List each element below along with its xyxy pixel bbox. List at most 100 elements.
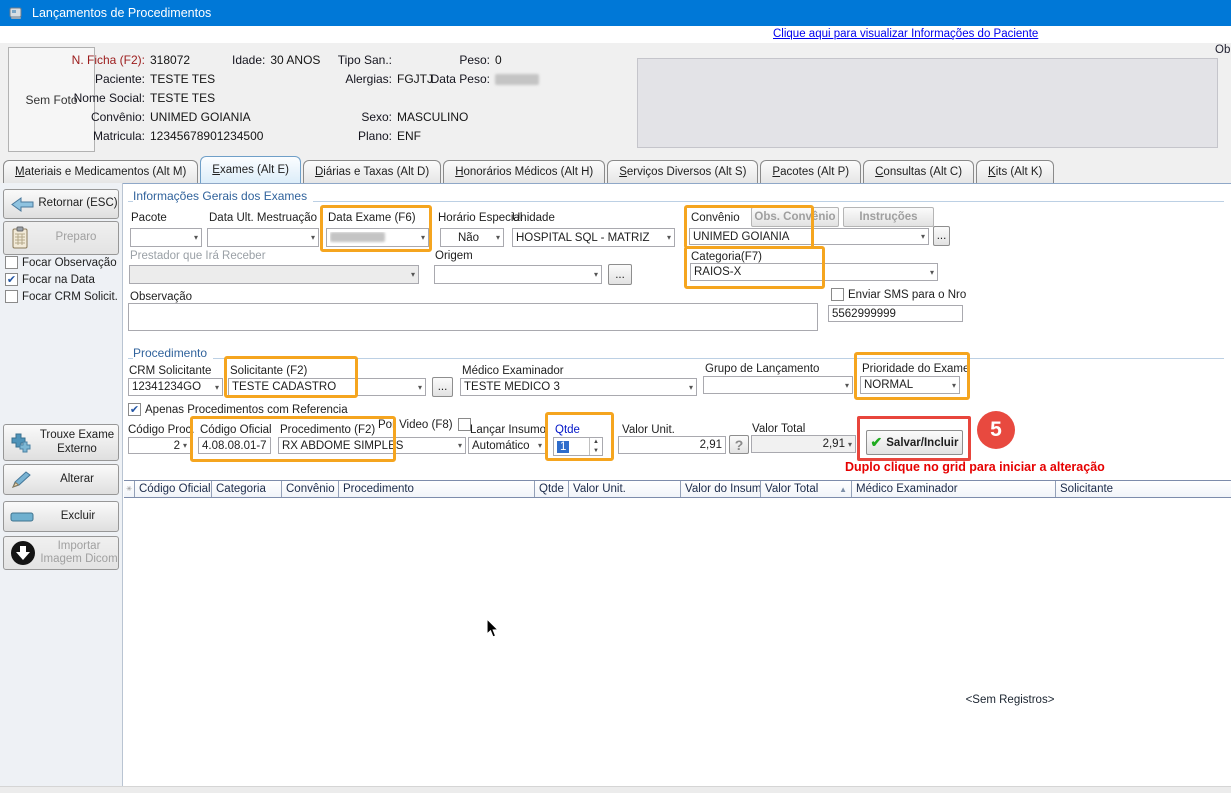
unidade-select[interactable]: HOSPITAL SQL - MATRIZ ▾ bbox=[512, 228, 675, 247]
codigo-oficial-label: Código Oficial bbox=[200, 424, 272, 436]
redacted-value bbox=[495, 74, 539, 85]
valor-unit-input[interactable]: 2,91 bbox=[618, 436, 726, 454]
data-exame-select[interactable]: ▾ bbox=[326, 228, 429, 247]
sms-number-input[interactable]: 5562999999 bbox=[828, 305, 963, 322]
solicitante-label: Solicitante (F2) bbox=[230, 365, 307, 377]
tab-exames[interactable]: Exames (Alt E) bbox=[200, 156, 301, 183]
data-exame-label: Data Exame (F6) bbox=[328, 212, 416, 224]
apenas-referencia-checkbox[interactable]: Apenas Procedimentos com Referencia bbox=[128, 403, 348, 416]
focar-na-data-checkbox[interactable]: Focar na Data bbox=[5, 273, 95, 286]
plus-blocks-icon bbox=[10, 433, 32, 453]
checkbox-unchecked bbox=[5, 290, 18, 303]
data-ult-mestruacao-label: Data Ult. Mestruação bbox=[209, 212, 317, 224]
data-ult-mestruacao-select[interactable]: ▾ bbox=[207, 228, 319, 247]
tab-honorarios[interactable]: Honorários Médicos (Alt H) bbox=[443, 160, 605, 183]
chevron-down-icon: ▾ bbox=[591, 270, 598, 279]
prestador-select[interactable]: ▾ bbox=[129, 265, 419, 284]
tab-bar: Materiais e Medicamentos (Alt M) Exames … bbox=[3, 158, 1054, 183]
chevron-down-icon: ▾ bbox=[949, 381, 956, 390]
download-circle-icon bbox=[10, 540, 36, 566]
check-icon: ✔ bbox=[871, 434, 883, 451]
checkbox-checked bbox=[5, 273, 18, 286]
patient-field-tipo-san: Tipo San.: bbox=[330, 53, 397, 67]
chevron-down-icon: ▾ bbox=[845, 440, 852, 449]
chevron-down-icon: ▾ bbox=[308, 233, 315, 242]
procedimento-select[interactable]: RX ABDOME SIMPLES ▾ bbox=[278, 437, 466, 454]
col-categoria[interactable]: Categoria bbox=[212, 481, 282, 497]
patient-info-link[interactable]: Clique aqui para visualizar Informações … bbox=[773, 28, 1038, 40]
col-medico-examinador[interactable]: Médico Examinador bbox=[852, 481, 1056, 497]
col-codigo-oficial[interactable]: Código Oficial bbox=[135, 481, 212, 497]
origem-browse-button[interactable]: ... bbox=[608, 264, 632, 285]
crm-solicitante-label: CRM Solicitante bbox=[129, 365, 211, 377]
solicitante-browse-button[interactable]: ... bbox=[432, 377, 453, 397]
grid-body[interactable] bbox=[124, 498, 1231, 786]
enviar-sms-checkbox[interactable]: Enviar SMS para o Nro bbox=[831, 288, 966, 301]
spin-up-icon[interactable]: ▲ bbox=[590, 438, 602, 447]
pencil-icon bbox=[10, 470, 32, 490]
convenio-label: Convênio bbox=[691, 212, 740, 224]
prioridade-select[interactable]: NORMAL ▾ bbox=[860, 376, 960, 394]
importar-dicom-button[interactable]: ImportarImagem Dicom bbox=[3, 536, 119, 570]
help-button[interactable]: ? bbox=[729, 435, 749, 454]
crm-solicitante-select[interactable]: 12341234GO ▾ bbox=[128, 378, 223, 396]
patient-field-matricula: Matricula:12345678901234500 bbox=[28, 129, 263, 143]
horario-especial-label: Horário Especial bbox=[438, 212, 522, 224]
chevron-down-icon: ▾ bbox=[212, 383, 219, 392]
convenio-select[interactable]: UNIMED GOIANIA ▾ bbox=[689, 228, 929, 245]
instrucoes-button[interactable]: Instruções bbox=[843, 207, 934, 227]
focar-observacao-checkbox[interactable]: Focar Observação bbox=[5, 256, 117, 269]
col-convenio[interactable]: Convênio bbox=[282, 481, 339, 497]
codigo-proc-select[interactable]: 2 ▾ bbox=[128, 437, 191, 454]
horario-especial-select[interactable]: Não ▾ bbox=[440, 228, 504, 247]
col-procedimento[interactable]: Procedimento bbox=[339, 481, 535, 497]
obs-convenio-button[interactable]: Obs. Convênio bbox=[751, 207, 839, 227]
codigo-oficial-input[interactable]: 4.08.08.01-7 bbox=[198, 437, 271, 454]
origem-select[interactable]: ▾ bbox=[434, 265, 602, 284]
observacao-textarea[interactable] bbox=[128, 303, 818, 331]
convenio-browse-button[interactable]: ... bbox=[933, 226, 950, 246]
grupo-lancamento-select[interactable]: ▾ bbox=[703, 376, 853, 394]
step-badge: 5 bbox=[977, 411, 1015, 449]
salvar-incluir-button[interactable]: ✔ Salvar/Incluir bbox=[866, 430, 963, 455]
patient-field-alergias: Alergias:FGJTJ bbox=[330, 72, 433, 86]
tab-materiais[interactable]: Materiais e Medicamentos (Alt M) bbox=[3, 160, 198, 183]
col-valor-total[interactable]: Valor Total ▲ bbox=[761, 481, 852, 497]
retornar-button[interactable]: Retornar (ESC) bbox=[3, 189, 119, 219]
medico-examinador-select[interactable]: TESTE MEDICO 3 ▾ bbox=[460, 378, 697, 396]
app-icon bbox=[8, 5, 24, 21]
pacote-select[interactable]: ▾ bbox=[130, 228, 202, 247]
categoria-select[interactable]: RAIOS-X ▾ bbox=[690, 263, 938, 281]
chevron-down-icon: ▾ bbox=[664, 233, 671, 242]
col-solicitante[interactable]: Solicitante bbox=[1056, 481, 1231, 497]
tab-kits[interactable]: Kits (Alt K) bbox=[976, 160, 1054, 183]
title-bar: Lançamentos de Procedimentos bbox=[0, 0, 1231, 26]
solicitante-select[interactable]: TESTE CADASTRO ▾ bbox=[228, 378, 426, 396]
lancar-insumo-select[interactable]: Automático ▾ bbox=[468, 437, 546, 454]
col-valor-unit[interactable]: Valor Unit. bbox=[569, 481, 681, 497]
procedimento-label: Procedimento (F2) bbox=[280, 424, 375, 436]
qtde-stepper[interactable]: 1 ▲ ▼ bbox=[553, 437, 603, 456]
preparo-button[interactable]: Preparo bbox=[3, 221, 119, 255]
excluir-button[interactable]: Excluir bbox=[3, 501, 119, 532]
chevron-down-icon: ▾ bbox=[493, 233, 500, 242]
patient-field-ficha: N. Ficha (F2):318072 bbox=[28, 53, 190, 67]
por-video-label: Por Video (F8) bbox=[378, 419, 453, 431]
valor-total-label: Valor Total bbox=[752, 423, 805, 435]
tab-diarias[interactable]: Diárias e Taxas (Alt D) bbox=[303, 160, 441, 183]
spin-down-icon[interactable]: ▼ bbox=[590, 447, 602, 456]
tab-servicos[interactable]: Serviços Diversos (Alt S) bbox=[607, 160, 758, 183]
chevron-down-icon: ▾ bbox=[455, 441, 462, 450]
col-valor-insumo[interactable]: Valor do Insumo bbox=[681, 481, 761, 497]
chevron-down-icon: ▾ bbox=[842, 381, 849, 390]
trouxe-exame-externo-button[interactable]: Trouxe ExameExterno bbox=[3, 424, 119, 461]
redacted-value bbox=[330, 232, 385, 242]
unidade-label: Unidade bbox=[512, 212, 555, 224]
col-qtde[interactable]: Qtde bbox=[535, 481, 569, 497]
focar-crm-checkbox[interactable]: Focar CRM Solicit. bbox=[5, 290, 118, 303]
tab-pacotes[interactable]: Pacotes (Alt P) bbox=[760, 160, 861, 183]
origem-label: Origem bbox=[435, 250, 473, 262]
tab-consultas[interactable]: Consultas (Alt C) bbox=[863, 160, 974, 183]
categoria-label: Categoria(F7) bbox=[691, 251, 762, 263]
alterar-button[interactable]: Alterar bbox=[3, 464, 119, 495]
